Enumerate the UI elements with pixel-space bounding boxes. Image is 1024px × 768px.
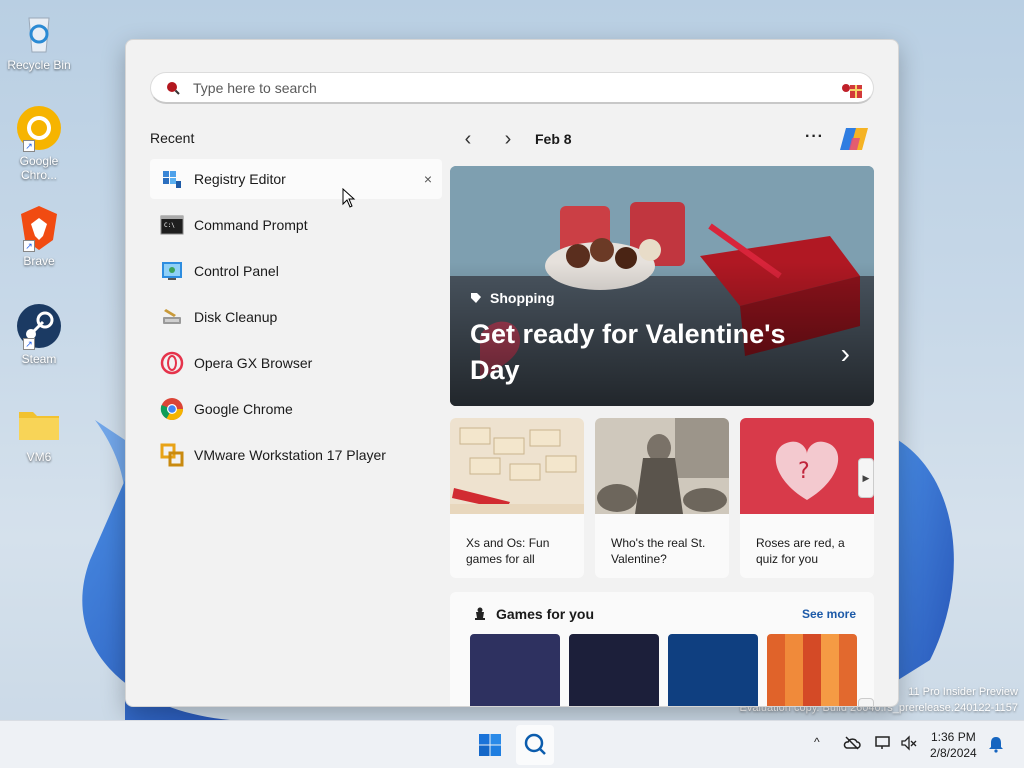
story-image: ? — [740, 418, 874, 514]
feed-nav: ‹ › Feb 8 ··· — [450, 128, 876, 152]
network-icon[interactable] — [874, 735, 892, 751]
search-icon — [524, 733, 546, 755]
watermark-line1: 11 Pro Insider Preview — [908, 686, 1018, 698]
desktop-icon-label: Google Chro... — [19, 154, 59, 182]
desktop-icon-steam[interactable]: ↗ Steam — [4, 302, 74, 366]
story-card[interactable]: Xs and Os: Fun games for all — [450, 418, 584, 578]
recent-item-control-panel[interactable]: Control Panel — [150, 251, 442, 291]
game-tile[interactable] — [668, 634, 758, 706]
taskbar-search-button[interactable] — [516, 725, 554, 765]
recent-item-label: Disk Cleanup — [194, 309, 278, 325]
recent-heading: Recent — [150, 130, 195, 146]
clock-time: 1:36 PM — [931, 730, 976, 744]
steam-icon: ↗ — [15, 302, 63, 350]
desktop-icon-label: VM6 — [26, 450, 52, 464]
search-panel: Recent Registry Editor × C:\ Command Pro… — [125, 39, 899, 707]
story-title: Roses are red, a quiz for you — [756, 536, 845, 566]
game-tile[interactable] — [767, 634, 857, 706]
recent-item-opera-gx[interactable]: Opera GX Browser — [150, 343, 442, 383]
next-arrow-icon[interactable]: › — [496, 128, 520, 152]
feed-date: Feb 8 — [535, 131, 572, 147]
control-panel-icon — [162, 262, 182, 280]
volume-muted-icon[interactable] — [900, 735, 918, 751]
desktop-icon-label: Steam — [21, 352, 57, 366]
recent-item-vmware[interactable]: VMware Workstation 17 Player — [150, 435, 442, 475]
system-clock[interactable]: 1:36 PM 2/8/2024 — [930, 729, 977, 761]
games-section: Games for you See more ▶ — [450, 592, 874, 706]
recent-item-disk-cleanup[interactable]: Disk Cleanup — [150, 297, 442, 337]
scroll-right-button[interactable]: ▶ — [858, 458, 874, 498]
hero-category: Shopping — [470, 290, 555, 306]
recent-item-label: VMware Workstation 17 Player — [194, 447, 386, 463]
see-more-link[interactable]: See more — [802, 607, 856, 621]
copilot-icon[interactable] — [838, 124, 870, 154]
notification-bell-icon[interactable] — [988, 735, 1004, 753]
recent-item-label: Opera GX Browser — [194, 355, 313, 371]
recycle-bin-icon — [15, 8, 63, 56]
shortcut-arrow-icon: ↗ — [23, 140, 35, 152]
story-image — [450, 418, 584, 514]
games-title: Games for you — [496, 606, 595, 622]
command-prompt-icon: C:\ — [160, 215, 184, 235]
recent-item-google-chrome[interactable]: Google Chrome — [150, 389, 442, 429]
chrome-icon: ↗ — [15, 104, 63, 152]
folder-icon — [15, 400, 63, 448]
chess-icon — [475, 607, 485, 620]
disk-cleanup-icon — [163, 309, 181, 324]
taskbar: ^ 1:36 PM 2/8/2024 — [0, 720, 1024, 768]
hero-title: Get ready for Valentine's Day — [470, 319, 786, 385]
valentine-gift-icon — [842, 84, 862, 98]
story-card[interactable]: Who's the real St. Valentine? — [595, 418, 729, 578]
previous-arrow-icon[interactable]: ‹ — [456, 128, 480, 152]
vmware-icon — [160, 443, 184, 467]
search-input[interactable] — [193, 79, 793, 96]
chevron-up-icon[interactable]: ^ — [814, 735, 820, 749]
brave-icon: ↗ — [15, 204, 63, 252]
scroll-right-button[interactable]: ▶ — [858, 698, 874, 706]
search-icon — [167, 81, 180, 95]
story-image — [595, 418, 729, 514]
recent-item-label: Google Chrome — [194, 401, 293, 417]
registry-editor-icon — [163, 171, 181, 188]
windows-start-icon[interactable] — [478, 733, 502, 757]
desktop-icon-label: Brave — [23, 254, 55, 268]
tag-icon — [471, 293, 481, 303]
onedrive-icon[interactable] — [843, 735, 861, 751]
opera-gx-icon — [160, 351, 184, 375]
story-title: Who's the real St. Valentine? — [611, 536, 706, 566]
desktop-icon-vm6[interactable]: VM6 — [4, 400, 74, 464]
recent-item-label: Control Panel — [194, 263, 279, 279]
story-title: Xs and Os: Fun games for all — [466, 536, 550, 566]
story-cards: Xs and Os: Fun games for all Who's the r… — [450, 418, 874, 578]
shortcut-arrow-icon: ↗ — [23, 240, 35, 252]
game-tile[interactable] — [470, 634, 560, 706]
hero-category-label: Shopping — [490, 290, 555, 306]
desktop-icon-brave[interactable]: ↗ Brave — [4, 204, 74, 268]
recent-item-label: Command Prompt — [194, 217, 308, 233]
close-icon[interactable]: × — [420, 171, 436, 187]
hero-card[interactable]: Shopping Get ready for Valentine's Day › — [450, 166, 874, 406]
clock-date: 2/8/2024 — [930, 746, 977, 760]
search-box[interactable] — [150, 72, 874, 104]
desktop-icon-recycle-bin[interactable]: Recycle Bin — [4, 8, 74, 72]
chevron-right-icon[interactable]: › — [841, 338, 850, 370]
recent-item-command-prompt[interactable]: C:\ Command Prompt — [150, 205, 442, 245]
story-card[interactable]: ? Roses are red, a quiz for you — [740, 418, 874, 578]
recent-item-registry-editor[interactable]: Registry Editor × — [150, 159, 442, 199]
shortcut-arrow-icon: ↗ — [23, 338, 35, 350]
mouse-cursor — [342, 188, 356, 208]
desktop-icon-label: Recycle Bin — [7, 58, 71, 72]
recent-item-label: Registry Editor — [194, 171, 286, 187]
chrome-icon — [160, 398, 183, 420]
svg-text:C:\: C:\ — [164, 222, 175, 229]
games-heading: Games for you — [472, 606, 594, 622]
game-tile[interactable] — [569, 634, 659, 706]
desktop-icon-chrome[interactable]: ↗ Google Chro... — [4, 104, 74, 182]
svg-text:?: ? — [798, 459, 810, 484]
more-options-icon[interactable]: ··· — [805, 128, 824, 146]
recent-list: Registry Editor × C:\ Command Prompt Con… — [150, 159, 442, 481]
